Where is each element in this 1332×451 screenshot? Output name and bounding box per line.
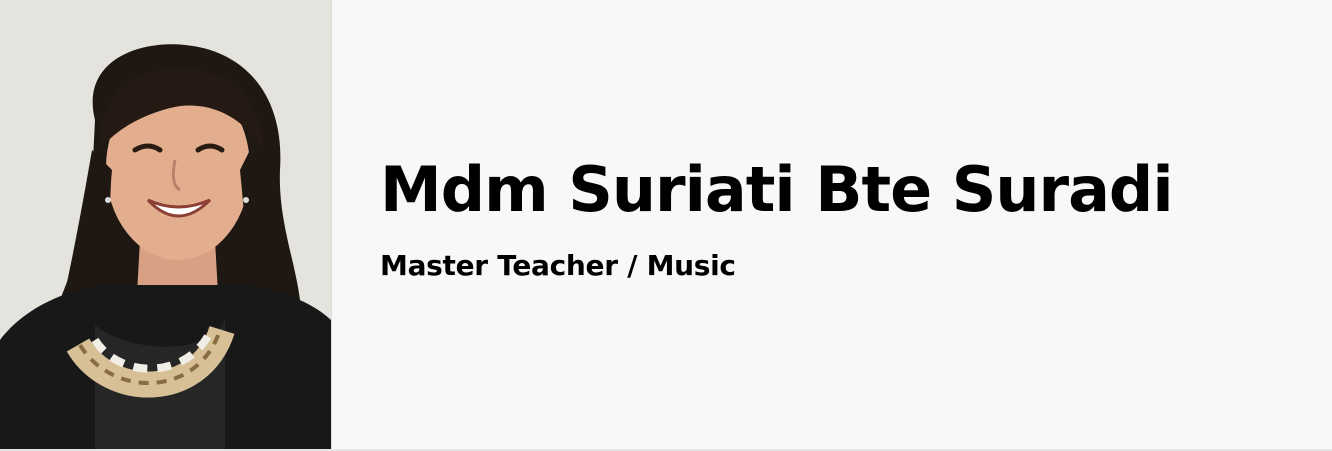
profile-info: Mdm Suriati Bte Suradi Master Teacher / … [380, 150, 1174, 284]
profile-card: Mdm Suriati Bte Suradi Master Teacher / … [0, 0, 1332, 451]
profile-role: Master Teacher / Music [380, 249, 736, 282]
profile-photo [0, 0, 331, 449]
profile-name: Mdm Suriati Bte Suradi [380, 153, 1174, 226]
portrait-photo-icon [0, 0, 331, 449]
photo-divider [331, 0, 332, 449]
